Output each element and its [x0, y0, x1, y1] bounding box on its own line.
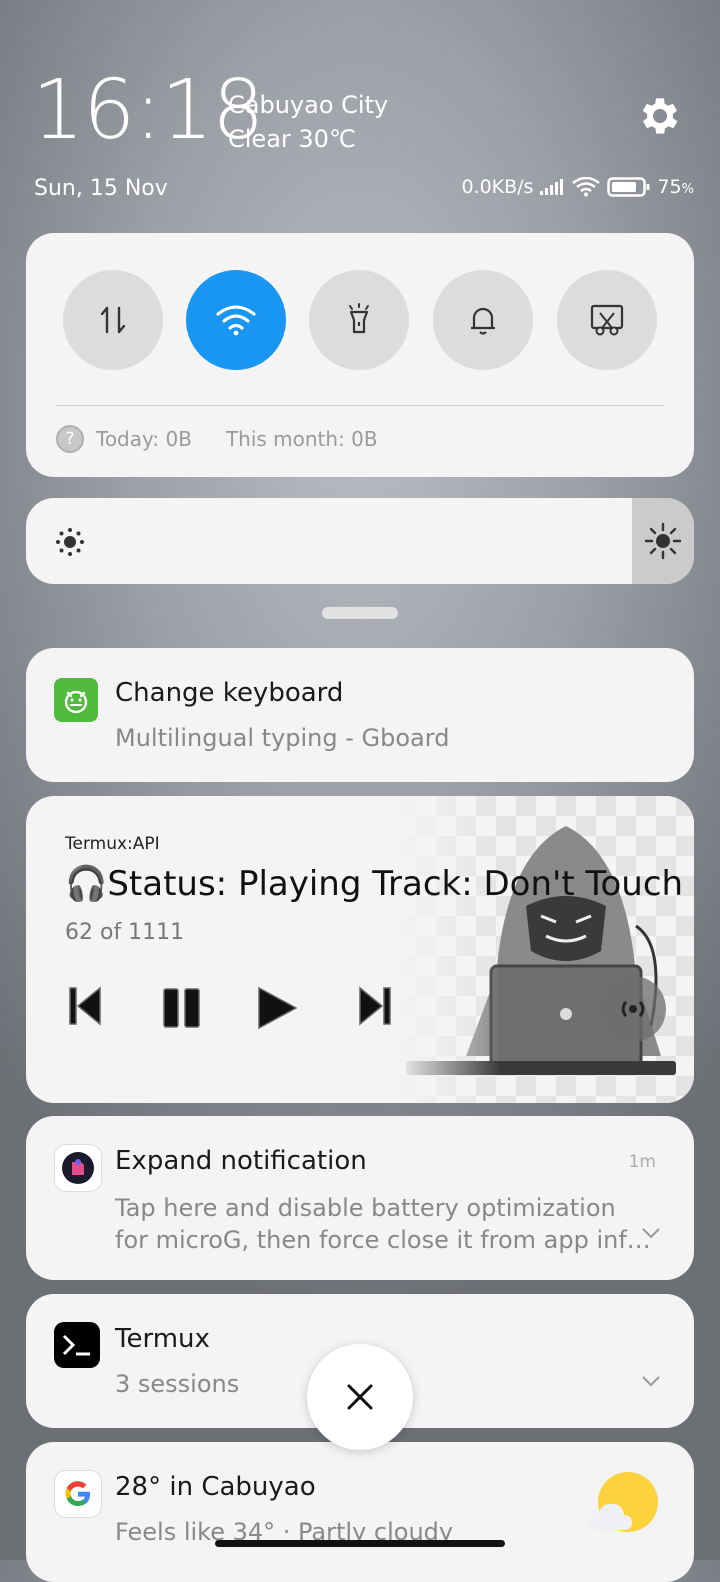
- mobile-data-toggle[interactable]: [63, 270, 163, 370]
- data-usage[interactable]: ? Today: 0B This month: 0B: [56, 425, 378, 453]
- screenshot-toggle[interactable]: [557, 270, 657, 370]
- net-speed: 0.0KB/s: [461, 176, 534, 198]
- signal-icon: [540, 179, 564, 195]
- status-bar: 0.0KB/s 75%: [461, 176, 694, 198]
- play-icon[interactable]: [256, 986, 298, 1030]
- terminal-icon: [54, 1322, 100, 1368]
- pause-icon[interactable]: [162, 988, 202, 1028]
- google-icon: [54, 1470, 102, 1518]
- month-usage: This month: 0B: [225, 427, 378, 451]
- brightness-slider[interactable]: [26, 498, 694, 584]
- media-app-name: Termux:API: [65, 834, 160, 854]
- brightness-high-icon: [644, 522, 682, 560]
- sound-toggle[interactable]: [433, 270, 533, 370]
- battery-percent: 75: [657, 176, 682, 198]
- microg-app-icon: [54, 1144, 102, 1192]
- bell-icon: [471, 307, 495, 335]
- notification-media-player[interactable]: Termux:API 🎧Status: Playing Track: Don't…: [26, 796, 694, 1103]
- hacker-artwork-image: [396, 796, 694, 1103]
- data-arrows-icon: [100, 306, 126, 334]
- quick-settings-panel: ? Today: 0B This month: 0B: [26, 233, 694, 477]
- notification-subtitle: Multilingual typing - Gboard: [115, 724, 450, 752]
- wifi-toggle[interactable]: [186, 270, 286, 370]
- notification-google-weather[interactable]: 28° in Cabuyao Feels like 34° · Partly c…: [26, 1442, 694, 1582]
- partly-cloudy-icon: [588, 1472, 658, 1532]
- notification-title: 28° in Cabuyao: [115, 1472, 316, 1502]
- scissors-icon: [590, 304, 624, 336]
- notification-title: Change keyboard: [115, 678, 344, 708]
- skip-next-icon[interactable]: [356, 986, 392, 1026]
- today-usage: Today: 0B: [96, 427, 192, 451]
- flashlight-toggle[interactable]: [309, 270, 409, 370]
- cast-button[interactable]: [600, 976, 666, 1042]
- media-track-title: 🎧Status: Playing Track: Don't Touch ..: [65, 864, 694, 904]
- weather-condition: Clear 30℃: [228, 125, 356, 153]
- notification-body-line: for microG, then force close it from app…: [115, 1226, 651, 1254]
- wifi-status-icon: [572, 177, 601, 197]
- drag-handle[interactable]: [322, 607, 398, 619]
- date-label: Sun, 15 Nov: [34, 176, 168, 201]
- android-keyboard-icon: [54, 678, 98, 722]
- brightness-low-icon: [56, 528, 84, 556]
- chevron-down-icon[interactable]: [640, 1370, 662, 1392]
- flashlight-icon: [349, 303, 369, 334]
- brightness-thumb[interactable]: [632, 498, 694, 584]
- help-icon: ?: [56, 425, 84, 453]
- skip-previous-icon[interactable]: [68, 986, 104, 1026]
- gear-icon[interactable]: [636, 92, 684, 140]
- notification-subtitle: 3 sessions: [115, 1370, 240, 1398]
- notification-microg[interactable]: Expand notification 1m Tap here and disa…: [26, 1116, 694, 1280]
- notification-title: Expand notification: [115, 1146, 367, 1176]
- clear-all-button[interactable]: [307, 1344, 413, 1450]
- home-indicator[interactable]: [215, 1540, 505, 1547]
- city-name: Cabuyao City: [228, 91, 389, 119]
- wifi-icon: [216, 305, 256, 336]
- battery-icon: [607, 177, 650, 197]
- notification-body-line: Tap here and disable battery optimizatio…: [115, 1194, 616, 1222]
- chevron-down-icon[interactable]: [640, 1222, 662, 1244]
- notification-body: Tap here and disable battery optimizatio…: [115, 1192, 651, 1256]
- close-icon: [347, 1384, 373, 1410]
- notification-keyboard[interactable]: Change keyboard Multilingual typing - Gb…: [26, 648, 694, 782]
- notification-title: Termux: [115, 1324, 210, 1354]
- divider: [56, 405, 664, 406]
- media-track-counter: 62 of 1111: [65, 920, 185, 945]
- broadcast-icon: [621, 1000, 645, 1018]
- weather-info[interactable]: Cabuyao City Clear 30℃: [228, 88, 388, 156]
- notification-time: 1m: [628, 1152, 656, 1172]
